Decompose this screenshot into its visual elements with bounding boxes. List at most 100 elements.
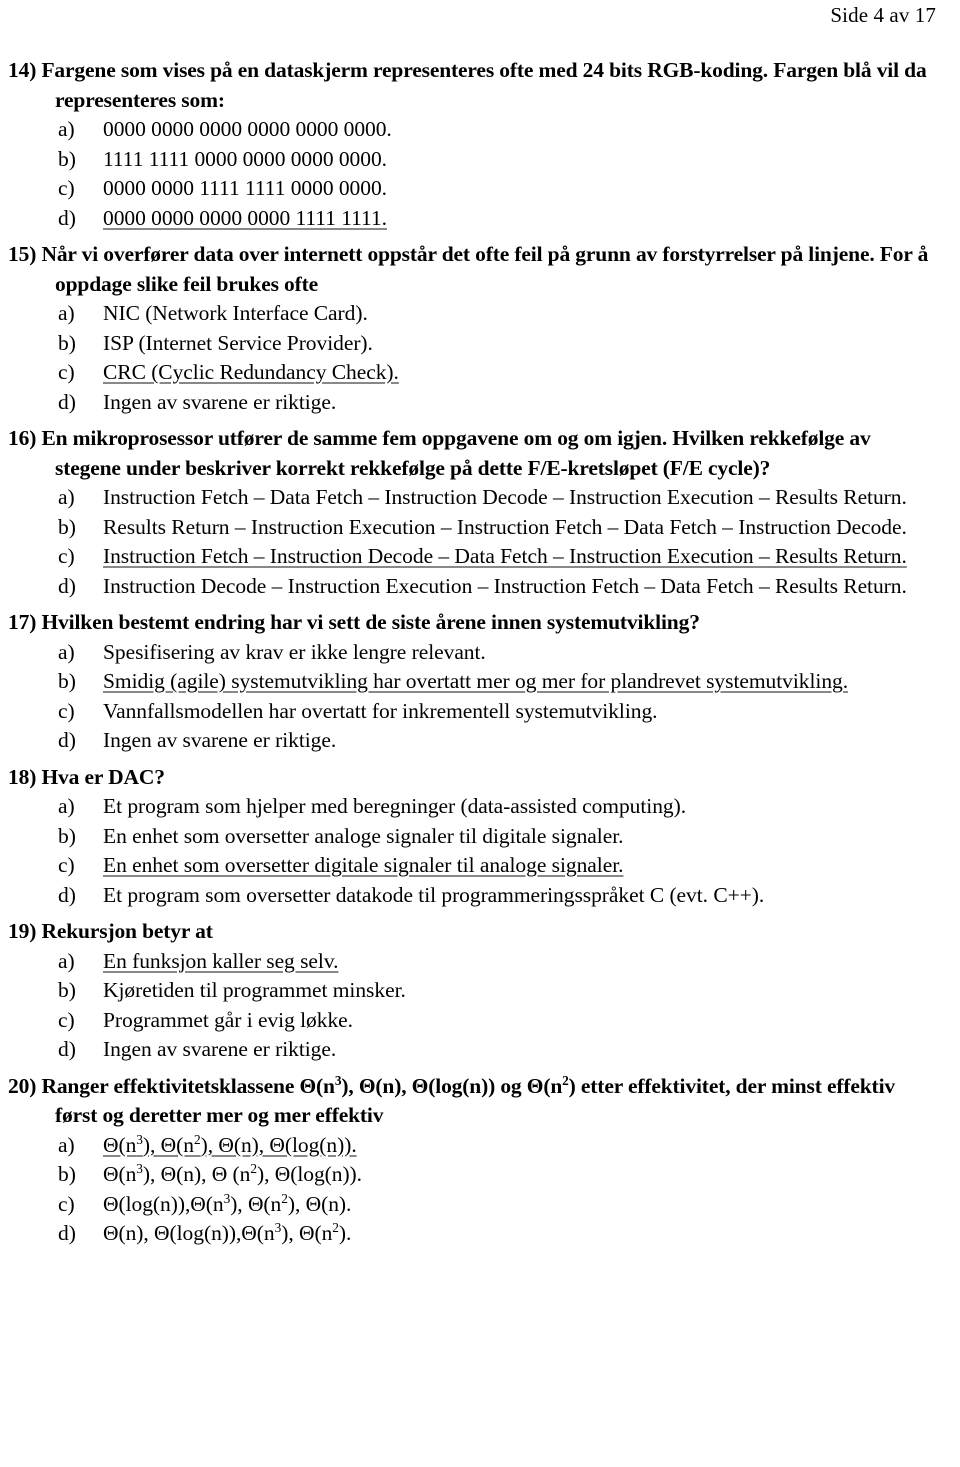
question-number: 14) [8,58,37,82]
option-letter: b) [58,1162,76,1186]
option-text-marked-answer: En enhet som oversetter digitale signale… [103,853,624,877]
option-letter: a) [58,1132,75,1157]
option-text: Instruction Fetch – Data Fetch – Instruc… [103,485,907,509]
option-text-marked-answer: Instruction Fetch – Instruction Decode –… [103,544,907,568]
option-list: a) Θ(n3), Θ(n2), Θ(n), Θ(log(n)). b) Θ(n3),… [8,1131,938,1249]
option-item[interactable]: d) Ingen av svarene er riktige. [8,726,938,756]
option-text: 1111 1111 0000 0000 0000 0000. [103,146,387,171]
option-item[interactable]: a) Instruction Fetch – Data Fetch – Instr… [8,483,938,513]
option-letter: b) [58,978,76,1002]
option-item[interactable]: a) Spesifisering av krav er ikke lengre r… [8,638,938,668]
question-stem-text: Hvilken bestemt endring har vi sett de s… [41,610,700,634]
question-stem: 14) Fargene som vises på en dataskjerm r… [8,56,938,115]
option-item[interactable]: c) Programmet går i evig løkke. [8,1006,938,1036]
question-stem-text: Hva er DAC? [41,764,165,789]
option-text: Vannfallsmodellen har overtatt for inkre… [103,698,658,723]
option-letter: c) [58,544,75,568]
question-spacer [8,233,938,240]
option-letter: d) [58,1037,76,1061]
question-stem: 19) Rekursjon betyr at [8,917,938,947]
questions-list: 14) Fargene som vises på en dataskjerm r… [8,56,938,1256]
option-item[interactable]: c) CRC (Cyclic Redundancy Check). [8,358,938,388]
option-letter: d) [58,728,76,752]
option-item[interactable]: a) Θ(n3), Θ(n2), Θ(n), Θ(log(n)). [8,1131,938,1161]
option-letter: a) [58,485,75,509]
option-item[interactable]: b) ISP (Internet Service Provider). [8,329,938,359]
question-spacer [8,601,938,608]
option-text: Θ(n3), Θ(n), Θ (n2), Θ(log(n)). [103,1160,362,1186]
option-item[interactable]: b) Θ(n3), Θ(n), Θ (n2), Θ(log(n)). [8,1160,938,1190]
option-letter: d) [58,882,76,907]
exam-page: Side 4 av 17 14) Fargene som vises på en… [0,0,960,1467]
option-text: Results Return – Instruction Execution –… [103,514,907,539]
option-letter: b) [58,330,76,355]
option-text: 0000 0000 0000 0000 0000 0000. [103,117,392,141]
option-letter: b) [58,146,76,171]
option-item[interactable]: b) En enhet som oversetter analoge signal… [8,822,938,852]
option-letter: b) [58,823,76,848]
option-letter: c) [58,176,75,200]
question-block: 17) Hvilken bestemt endring har vi sett … [8,608,938,756]
option-item[interactable]: a) 0000 0000 0000 0000 0000 0000. [8,115,938,145]
option-item[interactable]: d) Et program som oversetter datakode til… [8,881,938,911]
option-item[interactable]: c) Vannfallsmodellen har overtatt for ink… [8,697,938,727]
option-text: Ingen av svarene er riktige. [103,389,337,414]
option-item[interactable]: d) Θ(n), Θ(log(n)),Θ(n3), Θ(n2). [8,1219,938,1249]
option-letter: b) [58,669,76,693]
option-text: Instruction Decode – Instruction Executi… [103,573,907,598]
option-text: Et program som oversetter datakode til p… [103,882,765,907]
option-letter: d) [58,1221,76,1245]
option-text-marked-answer: CRC (Cyclic Redundancy Check). [103,360,399,384]
option-letter: c) [58,1007,75,1032]
option-item[interactable]: a) Et program som hjelper med beregninger… [8,792,938,822]
question-spacer [8,756,938,763]
option-text: Ingen av svarene er riktige. [103,1037,337,1061]
option-item[interactable]: b) Results Return – Instruction Execution… [8,513,938,543]
question-stem: 18) Hva er DAC? [8,763,938,793]
option-item[interactable]: d) 0000 0000 0000 0000 1111 1111. [8,204,938,234]
option-item[interactable]: c) Θ(log(n)),Θ(n3), Θ(n2), Θ(n). [8,1190,938,1220]
question-spacer [8,1065,938,1072]
option-text: Programmet går i evig løkke. [103,1007,353,1032]
option-item[interactable]: b) Smidig (agile) systemutvikling har ove… [8,667,938,697]
option-text: Spesifisering av krav er ikke lengre rel… [103,639,486,664]
option-letter: a) [58,639,75,664]
page-number-label: Side 4 av 17 [830,3,936,27]
option-letter: c) [58,1191,75,1216]
option-item[interactable]: d) Ingen av svarene er riktige. [8,388,938,418]
question-number: 17) [8,610,37,634]
question-stem-text: Rekursjon betyr at [41,919,213,943]
question-stem-text: Når vi overfører data over internett opp… [41,242,929,296]
question-spacer [8,417,938,424]
option-text-marked-answer: 0000 0000 0000 0000 1111 1111. [103,205,387,230]
option-list: a) En funksjon kaller seg selv. b) Kjøretid… [8,947,938,1065]
option-text: Kjøretiden til programmet minsker. [103,978,406,1002]
option-text: Θ(log(n)),Θ(n3), Θ(n2), Θ(n). [103,1190,352,1216]
question-number: 18) [8,764,37,789]
option-item[interactable]: a) NIC (Network Interface Card). [8,299,938,329]
question-stem: 16) En mikroprosessor utfører de samme f… [8,424,938,483]
option-text: Θ(n), Θ(log(n)),Θ(n3), Θ(n2). [103,1219,352,1245]
option-text: ISP (Internet Service Provider). [103,330,373,355]
option-text: Et program som hjelper med beregninger (… [103,794,687,818]
option-item[interactable]: b) Kjøretiden til programmet minsker. [8,976,938,1006]
option-letter: b) [58,514,76,539]
option-item[interactable]: c) 0000 0000 1111 1111 0000 0000. [8,174,938,204]
question-stem: 15) Når vi overfører data over internett… [8,240,938,299]
option-item[interactable]: c) Instruction Fetch – Instruction Decode… [8,542,938,572]
option-list: a) 0000 0000 0000 0000 0000 0000. b) 1111 1… [8,115,938,233]
question-block: 18) Hva er DAC? a) Et program som hjelper … [8,763,938,911]
option-letter: a) [58,948,75,973]
option-item[interactable]: d) Instruction Decode – Instruction Execu… [8,572,938,602]
question-stem: 20) Ranger effektivitetsklassene Θ(n3), … [8,1072,938,1131]
question-block: 15) Når vi overfører data over internett… [8,240,938,417]
question-number: 15) [8,242,37,266]
option-letter: c) [58,853,75,877]
option-list: a) Spesifisering av krav er ikke lengre r… [8,638,938,756]
option-item[interactable]: c) En enhet som oversetter digitale signa… [8,851,938,881]
question-spacer [8,1249,938,1256]
option-item[interactable]: b) 1111 1111 0000 0000 0000 0000. [8,145,938,175]
option-item[interactable]: d) Ingen av svarene er riktige. [8,1035,938,1065]
option-text: En enhet som oversetter analoge signaler… [103,823,624,848]
option-item[interactable]: a) En funksjon kaller seg selv. [8,947,938,977]
